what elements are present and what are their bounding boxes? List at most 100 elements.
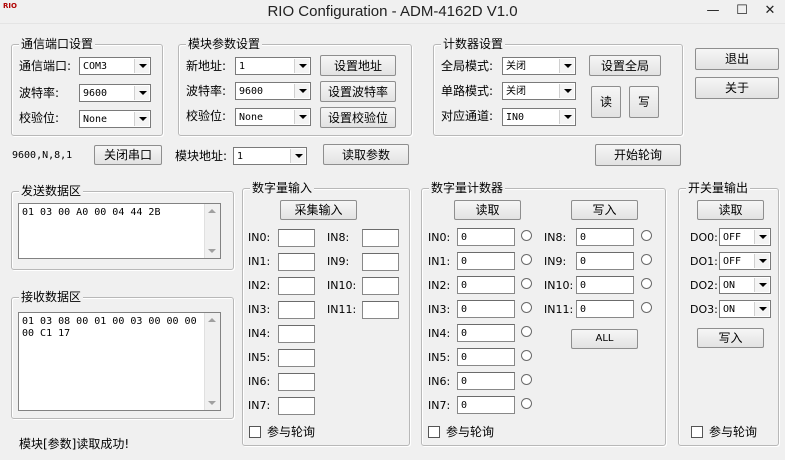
counter-select-radio[interactable] (521, 398, 532, 409)
counter-value-field[interactable]: 0 (576, 228, 634, 246)
chevron-down-icon[interactable] (294, 84, 309, 98)
counter-value-field[interactable]: 0 (576, 276, 634, 294)
chevron-down-icon[interactable] (754, 230, 769, 244)
chevron-down-icon[interactable] (559, 110, 574, 124)
sw-poll-checkbox[interactable] (691, 426, 703, 438)
module-address-label: 模块地址: (175, 149, 228, 163)
di-label: IN2: (248, 279, 271, 292)
module-baud-select[interactable]: 9600 (235, 82, 311, 100)
counter-all-button[interactable]: ALL (571, 329, 638, 349)
chevron-down-icon[interactable] (134, 112, 149, 126)
comm-status-text: 9600,N,8,1 (12, 150, 73, 161)
close-button[interactable]: ✕ (756, 1, 784, 23)
module-parity-select[interactable]: None (235, 108, 311, 126)
counter-select-radio[interactable] (521, 230, 532, 241)
dc-poll-checkbox[interactable] (428, 426, 440, 438)
single-mode-select[interactable]: 关闭 (502, 82, 576, 100)
digital-input-legend: 数字量输入 (250, 181, 315, 195)
chevron-down-icon[interactable] (294, 59, 309, 73)
di-value-field (278, 301, 315, 319)
di-value-field (278, 229, 315, 247)
counter-value-field[interactable]: 0 (457, 372, 515, 390)
counter-value-field[interactable]: 0 (457, 348, 515, 366)
di-poll-label: 参与轮询 (267, 425, 316, 439)
counter-label: IN11: (544, 303, 574, 316)
di-label: IN1: (248, 255, 271, 268)
comm-baud-select[interactable]: 9600 (79, 84, 151, 102)
chevron-down-icon[interactable] (754, 278, 769, 292)
counter-select-radio[interactable] (521, 302, 532, 313)
counter-read-all-button[interactable]: 读取 (454, 200, 521, 220)
counter-value-field[interactable]: 0 (457, 252, 515, 270)
counter-select-radio[interactable] (521, 278, 532, 289)
counter-select-radio[interactable] (521, 374, 532, 385)
counter-select-radio[interactable] (521, 326, 532, 337)
close-port-button[interactable]: 关闭串口 (94, 145, 162, 165)
receive-data-textarea[interactable]: 01 03 08 00 01 00 03 00 00 00 00 C1 17 (18, 312, 221, 411)
chevron-down-icon[interactable] (134, 86, 149, 100)
comm-baud-label: 波特率: (19, 86, 60, 100)
counter-select-radio[interactable] (641, 302, 652, 313)
switch-label: DO2: (690, 279, 718, 292)
switch-state-select[interactable]: OFF (719, 252, 771, 270)
comm-port-select[interactable]: COM3 (79, 57, 151, 75)
switch-state-select[interactable]: OFF (719, 228, 771, 246)
counter-select-radio[interactable] (641, 254, 652, 265)
counter-value-field[interactable]: 0 (457, 228, 515, 246)
global-mode-select[interactable]: 关闭 (502, 57, 576, 75)
receive-scrollbar[interactable] (204, 313, 220, 410)
minimize-button[interactable]: — (699, 1, 727, 23)
counter-label: IN8: (544, 231, 567, 244)
chevron-down-icon[interactable] (754, 254, 769, 268)
switch-state-select[interactable]: ON (719, 300, 771, 318)
module-address-select[interactable]: 1 (233, 147, 307, 165)
di-value-field (362, 253, 399, 271)
di-label: IN10: (327, 279, 357, 292)
counter-select-radio[interactable] (521, 350, 532, 361)
comm-parity-select[interactable]: None (79, 110, 151, 128)
send-scrollbar[interactable] (204, 204, 220, 258)
about-button[interactable]: 关于 (695, 77, 779, 99)
di-label: IN11: (327, 303, 357, 316)
switch-write-button[interactable]: 写入 (697, 328, 764, 348)
counter-value-field[interactable]: 0 (457, 396, 515, 414)
counter-read-button[interactable]: 读 (591, 86, 621, 118)
new-address-label: 新地址: (186, 59, 227, 73)
chevron-down-icon[interactable] (754, 302, 769, 316)
exit-button[interactable]: 退出 (695, 48, 779, 70)
read-params-button[interactable]: 读取参数 (323, 144, 409, 165)
di-poll-checkbox[interactable] (249, 426, 261, 438)
di-value-field (362, 277, 399, 295)
counter-select-radio[interactable] (641, 278, 652, 289)
channel-select[interactable]: IN0 (502, 108, 576, 126)
di-value-field (278, 373, 315, 391)
set-baud-button[interactable]: 设置波特率 (320, 81, 396, 102)
counter-value-field[interactable]: 0 (576, 252, 634, 270)
counter-value-field[interactable]: 0 (457, 276, 515, 294)
chevron-down-icon[interactable] (559, 59, 574, 73)
set-global-button[interactable]: 设置全局 (589, 55, 661, 76)
counter-value-field[interactable]: 0 (457, 324, 515, 342)
sw-poll-label: 参与轮询 (709, 425, 758, 439)
counter-select-radio[interactable] (641, 230, 652, 241)
counter-write-all-button[interactable]: 写入 (571, 200, 638, 220)
set-address-button[interactable]: 设置地址 (320, 55, 396, 76)
maximize-button[interactable]: ☐ (728, 1, 756, 23)
counter-select-radio[interactable] (521, 254, 532, 265)
di-label: IN4: (248, 327, 271, 340)
counter-value-field[interactable]: 0 (576, 300, 634, 318)
chevron-down-icon[interactable] (134, 59, 149, 73)
switch-state-select[interactable]: ON (719, 276, 771, 294)
counter-label: IN3: (428, 303, 451, 316)
new-address-select[interactable]: 1 (235, 57, 311, 75)
counter-write-button[interactable]: 写 (629, 86, 659, 118)
start-poll-button[interactable]: 开始轮询 (595, 144, 681, 166)
chevron-down-icon[interactable] (559, 84, 574, 98)
chevron-down-icon[interactable] (294, 110, 309, 124)
set-parity-button[interactable]: 设置校验位 (320, 107, 396, 128)
chevron-down-icon[interactable] (290, 149, 305, 163)
counter-value-field[interactable]: 0 (457, 300, 515, 318)
switch-read-button[interactable]: 读取 (697, 200, 764, 220)
collect-input-button[interactable]: 采集输入 (280, 200, 357, 220)
send-data-textarea[interactable]: 01 03 00 A0 00 04 44 2B (18, 203, 221, 259)
